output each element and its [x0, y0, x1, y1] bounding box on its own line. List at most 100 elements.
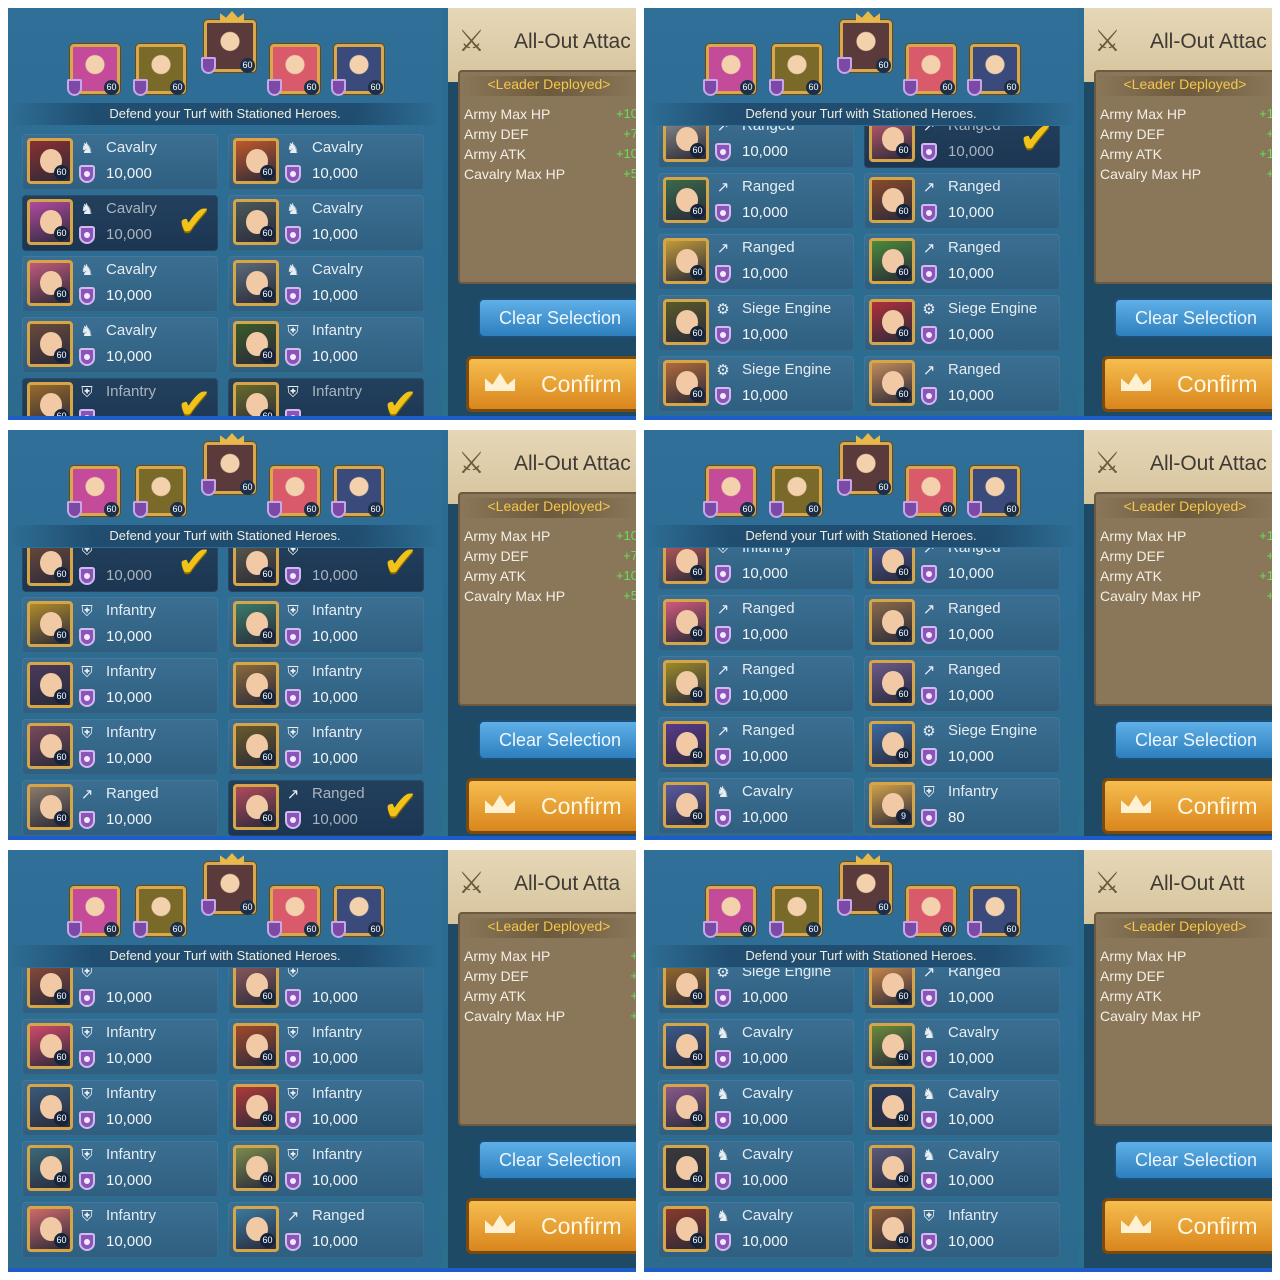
clear-selection-button[interactable]: Clear Selection — [1114, 298, 1272, 338]
troop-card[interactable]: 60 ♞ Cavalry 10,000 — [228, 195, 424, 251]
troop-card[interactable]: 60 ↗ Ranged 10,000 — [228, 1202, 424, 1258]
troop-card[interactable]: 60 ↗ Ranged 10,000 — [864, 356, 1060, 412]
hero-slot[interactable]: 60 — [331, 44, 384, 96]
troop-card[interactable]: 60 ⛨ Infantry ✔ — [228, 378, 424, 416]
troop-card[interactable]: 60 ⛨ Infantry 10,000 — [228, 1141, 424, 1197]
troop-card[interactable]: 60 ↗ Ranged 10,000 — [864, 173, 1060, 229]
troop-card[interactable]: 60 ↗ Ranged 10,000 — [658, 234, 854, 290]
troop-list[interactable]: 60 ⚙ Siege Engine 10,000 60 ↗ Ranged 10,000 60 ♞ C… — [658, 968, 1072, 1268]
hero-slot[interactable]: 60 — [331, 466, 384, 518]
troop-list[interactable]: 60 ⛨ Infantry 10,000 60 ↗ Ranged 10,000 60 ↗ Range… — [658, 548, 1072, 836]
confirm-button[interactable]: Confirm — [1102, 356, 1272, 412]
hero-slot[interactable]: 60 — [67, 466, 120, 518]
troop-card[interactable]: 60 ⛨ Infantry 10,000 — [658, 548, 854, 590]
troop-card[interactable]: 60 ⛨ Infantry 10,000 — [22, 1080, 218, 1136]
troop-card[interactable]: 60 ↗ Ranged 10,000 — [658, 173, 854, 229]
troop-card[interactable]: 60 ⛨ Infantry 10,000 — [22, 658, 218, 714]
clear-selection-button[interactable]: Clear Selection — [478, 1140, 636, 1180]
confirm-button[interactable]: Confirm — [1102, 778, 1272, 834]
troop-card[interactable]: 60 ♞ Cavalry 10,000 — [22, 317, 218, 373]
confirm-button[interactable]: Confirm — [1102, 1198, 1272, 1254]
hero-slot[interactable]: 60 — [967, 466, 1020, 518]
hero-slot[interactable]: 60 — [133, 466, 186, 518]
troop-card[interactable]: 60 ♞ Cavalry 10,000 — [864, 1141, 1060, 1197]
troop-card[interactable]: 60 ⛨ 10,000 — [228, 968, 424, 1014]
troop-card[interactable]: 60 ♞ Cavalry 10,000 — [658, 1019, 854, 1075]
troop-card[interactable]: 60 ↗ Ranged 10,000 — [658, 126, 854, 168]
troop-card[interactable]: 60 ♞ Cavalry 10,000 — [228, 256, 424, 312]
troop-list[interactable]: 60 ⛨ 10,000 60 ⛨ 10,000 60 ⛨ Infantry 10,000 60 ⛨ In… — [22, 968, 436, 1268]
troop-card[interactable]: 60 ⚙ Siege Engine 10,000 — [864, 717, 1060, 773]
troop-card[interactable]: 60 ↗ Ranged 10,000 — [864, 234, 1060, 290]
troop-card[interactable]: 60 ⛨ Infantry 10,000 — [22, 1019, 218, 1075]
troop-card[interactable]: 60 ⚙ Siege Engine 10,000 — [658, 295, 854, 351]
troop-card[interactable]: 60 ⛨ Infantry 10,000 — [228, 658, 424, 714]
troop-card[interactable]: 60 ↗ Ranged 10,000 — [864, 968, 1060, 1014]
hero-slot[interactable]: 60 — [201, 433, 256, 496]
troop-list[interactable]: 60 ⛨ 10,000 ✔ 60 ⛨ 10,000 ✔ 60 ⛨ Infantry 10,000 60 ⛨… — [22, 548, 436, 836]
clear-selection-button[interactable]: Clear Selection — [478, 720, 636, 760]
hero-slot[interactable]: 60 — [201, 11, 256, 74]
hero-slot[interactable]: 60 — [67, 886, 120, 938]
troop-card[interactable]: 60 ⚙ Siege Engine 10,000 — [658, 968, 854, 1014]
troop-card[interactable]: 60 ↗ Ranged 10,000 — [864, 548, 1060, 590]
hero-slot[interactable]: 60 — [201, 853, 256, 916]
hero-slot[interactable]: 60 — [703, 44, 756, 96]
troop-card[interactable]: 60 ⛨ 10,000 ✔ — [22, 548, 218, 592]
troop-card[interactable]: 9 ⛨ Infantry 80 — [864, 778, 1060, 834]
troop-card[interactable]: 60 ⛨ Infantry 10,000 — [864, 1202, 1060, 1258]
troop-list[interactable]: 60 ↗ Ranged 10,000 60 ↗ Ranged 10,000 ✔ 60 ↗ Ranged… — [658, 126, 1072, 416]
hero-slot[interactable]: 60 — [267, 886, 320, 938]
troop-card[interactable]: 60 ♞ Cavalry 10,000 — [658, 1202, 854, 1258]
hero-slot[interactable]: 60 — [769, 466, 822, 518]
troop-card[interactable]: 60 ↗ Ranged 10,000 — [22, 780, 218, 836]
troop-card[interactable]: 60 ⛨ Infantry 10,000 — [228, 1019, 424, 1075]
hero-slot[interactable]: 60 — [67, 44, 120, 96]
troop-card[interactable]: 60 ♞ Cavalry 10,000 — [864, 1019, 1060, 1075]
confirm-button[interactable]: Confirm — [466, 1198, 636, 1254]
troop-card[interactable]: 60 ⛨ 10,000 — [22, 968, 218, 1014]
confirm-button[interactable]: Confirm — [466, 356, 636, 412]
troop-card[interactable]: 60 ♞ Cavalry 10,000 — [228, 134, 424, 190]
clear-selection-button[interactable]: Clear Selection — [478, 298, 636, 338]
hero-slot[interactable]: 60 — [267, 466, 320, 518]
troop-card[interactable]: 60 ♞ Cavalry 10,000 — [658, 1141, 854, 1197]
troop-card[interactable]: 60 ♞ Cavalry 10,000 — [658, 1080, 854, 1136]
hero-slot[interactable]: 60 — [903, 44, 956, 96]
clear-selection-button[interactable]: Clear Selection — [1114, 720, 1272, 760]
troop-card[interactable]: 60 ♞ Cavalry 10,000 ✔ — [22, 195, 218, 251]
hero-slot[interactable]: 60 — [703, 466, 756, 518]
clear-selection-button[interactable]: Clear Selection — [1114, 1140, 1272, 1180]
hero-slot[interactable]: 60 — [769, 886, 822, 938]
troop-card[interactable]: 60 ♞ Cavalry 10,000 — [22, 256, 218, 312]
troop-card[interactable]: 60 ↗ Ranged 10,000 ✔ — [228, 780, 424, 836]
confirm-button[interactable]: Confirm — [466, 778, 636, 834]
troop-card[interactable]: 60 ⛨ 10,000 ✔ — [228, 548, 424, 592]
troop-card[interactable]: 60 ⚙ Siege Engine 10,000 — [864, 295, 1060, 351]
troop-card[interactable]: 60 ♞ Cavalry 10,000 — [22, 134, 218, 190]
troop-card[interactable]: 60 ↗ Ranged 10,000 — [658, 656, 854, 712]
troop-card[interactable]: 60 ⛨ Infantry 10,000 — [228, 719, 424, 775]
troop-card[interactable]: 60 ⛨ Infantry 10,000 — [22, 719, 218, 775]
troop-card[interactable]: 60 ↗ Ranged 10,000 ✔ — [864, 126, 1060, 168]
troop-card[interactable]: 60 ↗ Ranged 10,000 — [864, 595, 1060, 651]
hero-slot[interactable]: 60 — [903, 886, 956, 938]
troop-card[interactable]: 60 ⛨ Infantry 10,000 — [228, 597, 424, 653]
hero-slot[interactable]: 60 — [967, 886, 1020, 938]
hero-slot[interactable]: 60 — [967, 44, 1020, 96]
troop-card[interactable]: 60 ♞ Cavalry 10,000 — [864, 1080, 1060, 1136]
troop-card[interactable]: 60 ⚙ Siege Engine 10,000 — [658, 356, 854, 412]
hero-slot[interactable]: 60 — [267, 44, 320, 96]
troop-list[interactable]: 60 ♞ Cavalry 10,000 60 ♞ Cavalry 10,000 60 ♞ Caval… — [22, 126, 436, 416]
hero-slot[interactable]: 60 — [903, 466, 956, 518]
troop-card[interactable]: 60 ↗ Ranged 10,000 — [658, 595, 854, 651]
hero-slot[interactable]: 60 — [837, 853, 892, 916]
hero-slot[interactable]: 60 — [769, 44, 822, 96]
hero-slot[interactable]: 60 — [331, 886, 384, 938]
troop-card[interactable]: 60 ⛨ Infantry 10,000 — [22, 1202, 218, 1258]
troop-card[interactable]: 60 ⛨ Infantry 10,000 — [228, 1080, 424, 1136]
troop-card[interactable]: 60 ⛨ Infantry 10,000 — [228, 317, 424, 373]
troop-card[interactable]: 60 ♞ Cavalry 10,000 — [658, 778, 854, 834]
troop-card[interactable]: 60 ⛨ Infantry 10,000 — [22, 597, 218, 653]
troop-card[interactable]: 60 ⛨ Infantry ✔ — [22, 378, 218, 416]
